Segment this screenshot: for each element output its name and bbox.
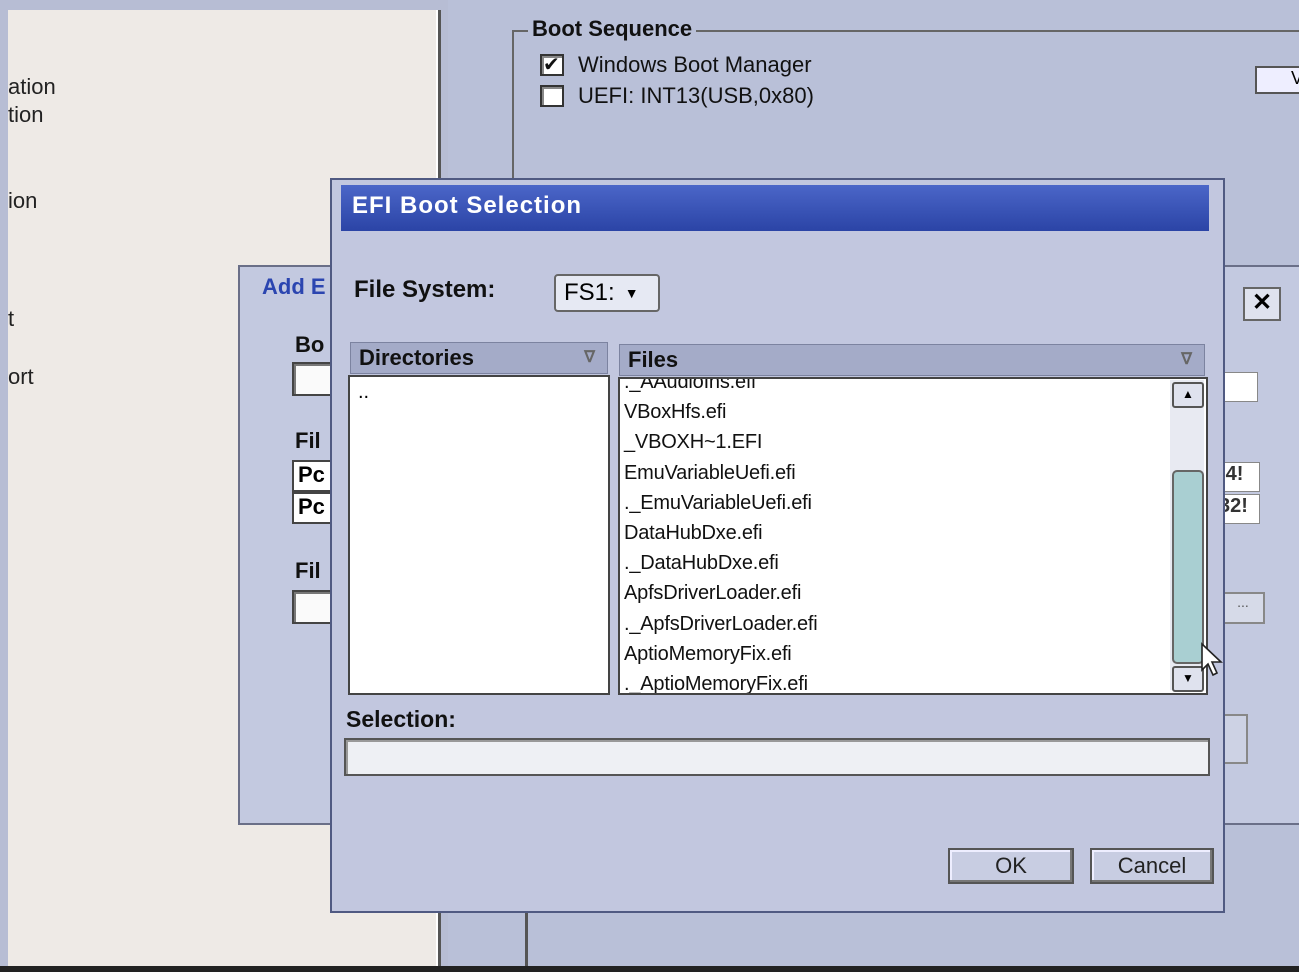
chevron-down-icon: ▼ [624, 285, 639, 301]
boot-sequence-title: Boot Sequence [528, 16, 697, 42]
boot-option-label: UEFI: INT13(USB,0x80) [578, 83, 814, 108]
boot-option-windows[interactable]: Windows Boot Manager [540, 52, 812, 78]
list-item[interactable]: ._DataHubDxe.efi [624, 548, 817, 578]
name-field-end[interactable] [1220, 372, 1258, 402]
view-button[interactable]: V [1255, 66, 1299, 94]
close-icon[interactable]: ✕ [1243, 287, 1281, 321]
files-list[interactable]: ._AAudioIns.efi VBoxHfs.efi _VBOXH~1.EFI… [618, 377, 1208, 695]
nav-item[interactable]: ort [8, 364, 34, 390]
mouse-pointer-icon [1201, 642, 1224, 677]
directories-header-label: Directories [359, 345, 474, 370]
list-item[interactable]: ._EmuVariableUefi.efi [624, 488, 817, 518]
arrow-up-icon[interactable]: ▲ [1172, 382, 1204, 408]
nav-item[interactable]: ation [8, 74, 56, 100]
sort-icon[interactable]: ∇ [584, 347, 595, 367]
list-item[interactable]: ._AAudioIns.efi [624, 379, 817, 397]
boot-option-uefi-usb[interactable]: UEFI: INT13(USB,0x80) [540, 83, 814, 109]
dialog-title: EFI Boot Selection [352, 192, 583, 219]
file-system-label: File System: [354, 276, 496, 303]
add-dialog-button-edge[interactable] [1224, 714, 1248, 764]
screen-bottom-edge [0, 966, 1299, 972]
nav-item[interactable]: tion [8, 102, 43, 128]
list-item[interactable]: DataHubDxe.efi [624, 518, 817, 548]
list-item[interactable]: _VBOXH~1.EFI [624, 427, 817, 457]
boot-option-label: Windows Boot Manager [578, 52, 812, 77]
nav-item[interactable]: ion [8, 188, 37, 214]
list-item[interactable]: .. [358, 381, 369, 404]
directories-list[interactable]: .. [348, 375, 610, 695]
directories-header[interactable]: Directories ∇ [350, 342, 608, 374]
add-dialog-title: Add E [262, 274, 326, 299]
cancel-button[interactable]: Cancel [1090, 848, 1214, 884]
list-item[interactable]: ApfsDriverLoader.efi [624, 578, 817, 608]
file-system-select[interactable]: FS1: ▼ [554, 274, 660, 312]
list-item[interactable]: VBoxHfs.efi [624, 397, 817, 427]
list-item[interactable]: EmuVariableUefi.efi [624, 458, 817, 488]
ok-button[interactable]: OK [948, 848, 1074, 884]
files-list-content: ._AAudioIns.efi VBoxHfs.efi _VBOXH~1.EFI… [624, 379, 818, 693]
files-header-label: Files [628, 347, 679, 372]
list-item[interactable]: AptioMemoryFix.efi [624, 639, 817, 669]
checkbox-icon[interactable] [540, 85, 564, 107]
boot-option-name-label: Bo [295, 332, 325, 357]
browse-button[interactable]: ... [1221, 592, 1265, 624]
file-system-value: FS1: [564, 279, 615, 306]
selection-input[interactable] [344, 738, 1210, 776]
checkbox-icon[interactable] [540, 52, 564, 77]
file-system-label: Fil [295, 428, 321, 453]
list-item[interactable]: ._AptioMemoryFix.efi [624, 669, 817, 693]
files-header[interactable]: Files ∇ [619, 344, 1205, 376]
nav-item[interactable]: t [8, 306, 14, 332]
selection-label: Selection: [346, 706, 456, 732]
file-name-label: Fil [295, 558, 321, 583]
sort-icon[interactable]: ∇ [1181, 349, 1192, 369]
scrollbar-thumb[interactable] [1172, 470, 1204, 664]
list-item[interactable]: ._ApfsDriverLoader.efi [624, 609, 818, 639]
